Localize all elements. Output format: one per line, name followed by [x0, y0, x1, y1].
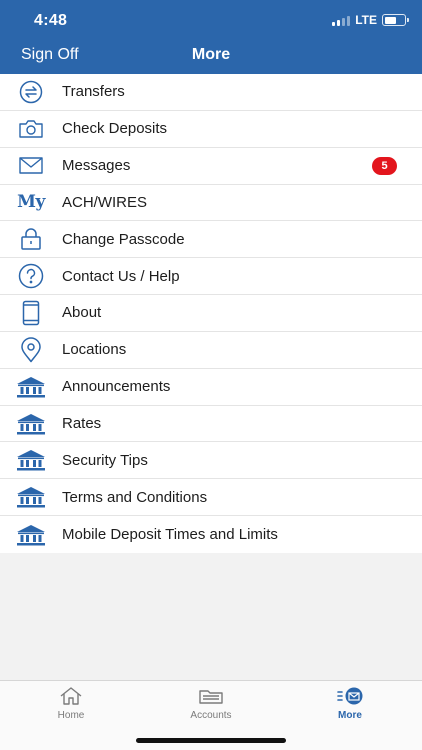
- menu-item-mobile-deposit-limits[interactable]: Mobile Deposit Times and Limits: [0, 516, 422, 553]
- home-icon: [60, 686, 82, 706]
- menu-item-check-deposits[interactable]: Check Deposits: [0, 111, 422, 148]
- menu-item-contact-us-help[interactable]: Contact Us / Help: [0, 258, 422, 296]
- menu-item-security-tips[interactable]: Security Tips: [0, 442, 422, 480]
- menu-item-label: Rates: [62, 415, 102, 433]
- menu-item-ach-wires[interactable]: My ACH/WIRES: [0, 185, 422, 222]
- wallet-icon: [199, 686, 223, 706]
- help-icon: [15, 263, 47, 289]
- status-time: 4:48: [34, 12, 68, 29]
- menu-item-label: Change Passcode: [62, 230, 185, 248]
- menu-item-label: Security Tips: [62, 451, 148, 469]
- menu-item-messages[interactable]: Messages 5: [0, 148, 422, 185]
- tab-label: Home: [57, 710, 85, 721]
- camera-icon: [15, 116, 47, 142]
- bank-icon: [15, 374, 47, 400]
- tab-label: Accounts: [190, 710, 232, 721]
- home-indicator: [136, 738, 286, 743]
- more-envelope-icon: [337, 686, 363, 706]
- lock-icon: [15, 226, 47, 252]
- transfer-icon: [15, 79, 47, 105]
- menu-item-label: Locations: [62, 341, 127, 359]
- bank-icon: [15, 447, 47, 473]
- location-pin-icon: [15, 337, 47, 363]
- menu-item-label: About: [62, 304, 102, 322]
- menu-item-label: Announcements: [62, 378, 171, 396]
- menu-item-label: Messages: [62, 157, 131, 175]
- menu-item-label: Transfers: [62, 83, 125, 101]
- menu-item-rates[interactable]: Rates: [0, 406, 422, 443]
- menu-item-locations[interactable]: Locations: [0, 332, 422, 369]
- tab-more[interactable]: More: [280, 686, 420, 726]
- menu-item-about[interactable]: About: [0, 295, 422, 332]
- top-bar: 4:48 LTE Sign Off More: [0, 0, 422, 74]
- menu-item-label: Terms and Conditions: [62, 488, 208, 506]
- menu-item-label: Mobile Deposit Times and Limits: [62, 526, 278, 544]
- menu-item-label: Check Deposits: [62, 120, 168, 138]
- menu-item-terms-and-conditions[interactable]: Terms and Conditions: [0, 479, 422, 517]
- menu-item-label: ACH/WIRES: [62, 193, 148, 211]
- envelope-icon: [15, 153, 47, 179]
- tab-accounts[interactable]: Accounts: [141, 686, 281, 726]
- my-icon: My: [17, 192, 45, 213]
- bank-icon: [15, 484, 47, 510]
- tab-label: More: [338, 710, 362, 721]
- bank-icon: [15, 522, 47, 548]
- messages-count-badge: 5: [372, 156, 397, 175]
- status-indicators: LTE: [332, 13, 409, 27]
- menu-item-announcements[interactable]: Announcements: [0, 369, 422, 406]
- network-label: LTE: [355, 13, 377, 27]
- phone-icon: [15, 300, 47, 326]
- menu-item-transfers[interactable]: Transfers: [0, 74, 422, 111]
- tab-home[interactable]: Home: [1, 686, 141, 726]
- battery-icon: [382, 14, 409, 26]
- menu-item-label: Contact Us / Help: [62, 267, 180, 285]
- menu-item-change-passcode[interactable]: Change Passcode: [0, 221, 422, 259]
- signal-icon: [332, 15, 351, 26]
- more-menu: Transfers Check Deposits Messages 5 My A…: [0, 74, 422, 553]
- page-title: More: [191, 46, 231, 63]
- bank-icon: [15, 411, 47, 437]
